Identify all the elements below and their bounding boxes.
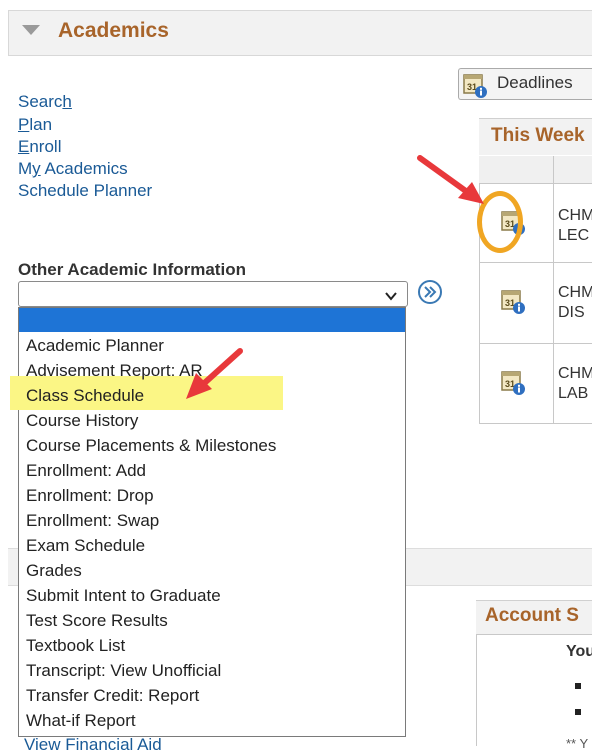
dropdown-option[interactable]: Grades [26,561,82,581]
row-divider [479,262,592,263]
triangle-down-icon[interactable] [22,25,40,35]
dropdown-option[interactable]: What-if Report [26,711,136,731]
dropdown-option[interactable]: Academic Planner [26,336,164,356]
class-cell: CHM LAB [558,365,592,402]
row-divider [479,343,592,344]
view-financial-aid-link[interactable]: View Financial Aid [24,735,162,755]
search-link[interactable]: Search [18,92,72,112]
dropdown-option[interactable]: Course History [26,411,138,431]
other-academic-select[interactable] [18,281,408,307]
red-arrow-icon [417,155,484,204]
dropdown-option[interactable]: Transcript: View Unofficial [26,661,221,681]
dropdown-option[interactable]: Exam Schedule [26,536,145,556]
deadlines-label: Deadlines [497,73,573,92]
dropdown-option[interactable]: Textbook List [26,636,125,656]
plan-link[interactable]: Plan [18,115,52,135]
double-chevron-right-icon [424,286,437,298]
table-column-header [479,156,592,184]
calendar-info-icon: 31 [463,74,487,98]
account-title: Account S [485,605,579,626]
dropdown-blank-option[interactable] [19,308,405,332]
go-button[interactable] [418,280,442,304]
calendar-info-icon[interactable]: 31 [500,368,526,396]
chevron-down-icon [385,292,397,301]
class-cell: CHM DIS [558,284,592,321]
class-cell: CHM LEC [558,207,592,244]
dropdown-option[interactable]: Enrollment: Add [26,461,146,481]
dropdown-option-class-schedule[interactable]: Class Schedule [26,386,144,406]
section-title: Academics [58,19,169,42]
dropdown-option[interactable]: Enrollment: Swap [26,511,159,531]
column-divider [553,156,554,424]
red-arrow-icon [186,348,243,399]
dropdown-option[interactable]: Enrollment: Drop [26,486,154,506]
schedule-planner-link[interactable]: Schedule Planner [18,181,152,201]
dropdown-option[interactable]: Course Placements & Milestones [26,436,276,456]
other-academic-label: Other Academic Information [18,260,246,279]
my-academics-link[interactable]: My Academics [18,159,128,179]
bullet [575,683,581,689]
dropdown-option[interactable]: Submit Intent to Graduate [26,586,221,606]
dropdown-option[interactable]: Test Score Results [26,611,168,631]
account-footnote: ** Y [566,736,589,751]
bullet [575,709,581,715]
enroll-link[interactable]: Enroll [18,137,61,157]
dropdown-option[interactable]: Advisement Report: AR [26,361,203,381]
calendar-info-icon[interactable]: 31 [500,287,526,315]
dropdown-option[interactable]: Transfer Credit: Report [26,686,199,706]
account-you-text: You [566,643,592,660]
this-week-title: This Week [491,125,585,146]
